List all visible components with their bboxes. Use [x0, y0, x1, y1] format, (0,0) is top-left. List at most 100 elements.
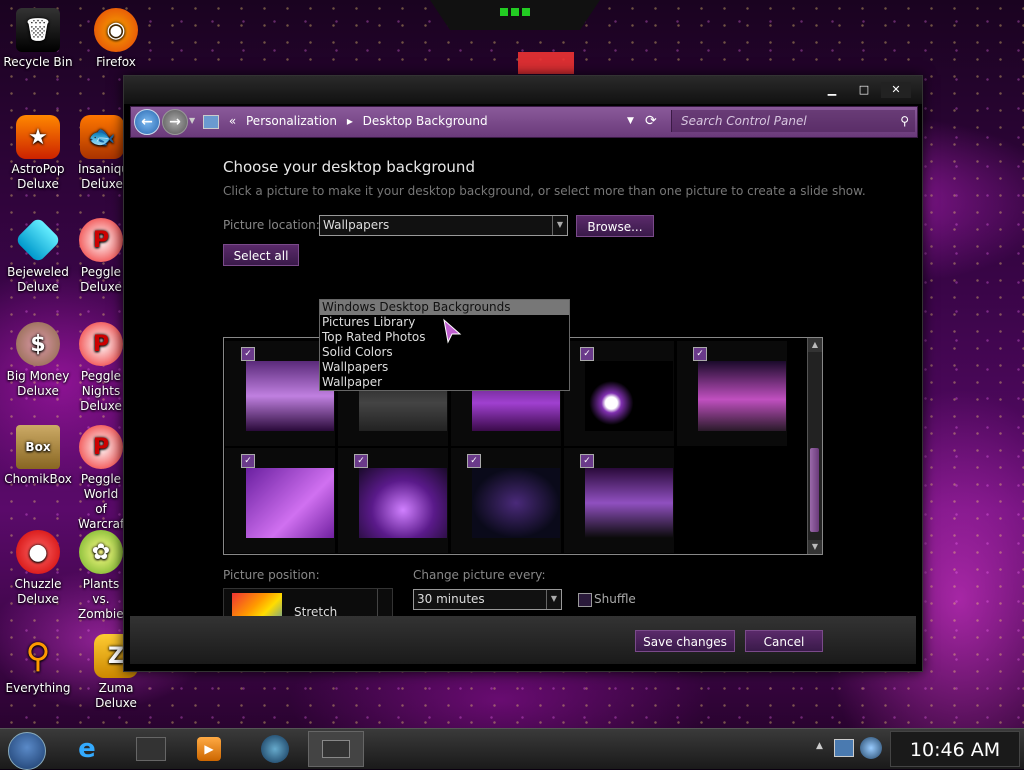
thumbnail-checkbox[interactable]: ✓: [580, 454, 594, 468]
wallpaper-thumbnail[interactable]: ✓: [338, 448, 448, 553]
dropdown-option[interactable]: Wallpapers: [320, 360, 569, 375]
desktop-icon-peggle-nights[interactable]: P Peggle Nights Deluxe: [78, 322, 124, 414]
browse-button[interactable]: Browse...: [576, 215, 654, 237]
thumbnail-checkbox[interactable]: ✓: [580, 347, 594, 361]
desktop-background-window: ▁ □ ✕ ← → ▼ « Personalization ▸ Desktop …: [123, 75, 923, 672]
internet-explorer-icon[interactable]: e: [62, 731, 112, 767]
printer-icon[interactable]: [126, 731, 176, 767]
page-title: Choose your desktop background: [223, 158, 475, 176]
dropdown-option[interactable]: Windows Desktop Backgrounds: [320, 300, 569, 315]
firefox-icon: ◉: [94, 8, 138, 52]
breadcrumb-desktop-background[interactable]: Desktop Background: [363, 114, 488, 128]
change-picture-interval-select[interactable]: 30 minutes ▼: [413, 589, 562, 610]
minimize-button[interactable]: ▁: [817, 82, 847, 98]
breadcrumb-separator-icon: ▸: [346, 114, 353, 128]
window-thumbnail-icon[interactable]: [308, 731, 364, 767]
taskbar-clock[interactable]: 10:46 AM: [890, 731, 1020, 767]
wallpaper-thumbnail[interactable]: ✓: [451, 448, 561, 553]
chevron-down-icon: ▼: [546, 590, 561, 609]
desktop-icon-chuzzle[interactable]: ● Chuzzle Deluxe: [0, 530, 76, 607]
refresh-icon[interactable]: ⟳: [645, 110, 657, 132]
tray-expand-icon[interactable]: ▲: [816, 741, 823, 751]
desktop-icon-everything[interactable]: ⚲ Everything: [0, 634, 76, 696]
wallpaper-thumbnail[interactable]: ✓: [677, 341, 787, 446]
page-subtitle: Click a picture to make it your desktop …: [223, 184, 866, 198]
forward-button[interactable]: →: [162, 109, 188, 135]
astropop-icon: ★: [16, 115, 60, 159]
mouse-cursor-icon: [443, 318, 462, 344]
dropdown-option[interactable]: Wallpaper: [320, 375, 569, 390]
navigation-bar: ← → ▼ « Personalization ▸ Desktop Backgr…: [130, 106, 918, 138]
gallery-scrollbar[interactable]: ▲ ▼: [807, 338, 822, 554]
desktop-icon-firefox[interactable]: ◉ Firefox: [78, 8, 154, 70]
wallpaper-thumbnail[interactable]: ✓: [564, 341, 674, 446]
window-titlebar[interactable]: ▁ □ ✕: [124, 76, 922, 104]
recent-pages-chevron-icon[interactable]: ▼: [189, 116, 195, 125]
desktop-icon-big-money[interactable]: $ Big Money Deluxe: [0, 322, 76, 399]
bejeweled-icon: [14, 216, 62, 264]
picture-location-label: Picture location:: [223, 218, 320, 232]
thumbnail-checkbox[interactable]: ✓: [467, 454, 481, 468]
shuffle-checkbox[interactable]: [578, 593, 592, 607]
scroll-thumb[interactable]: [810, 448, 819, 532]
desktop-icon-recycle-bin[interactable]: 🗑 Recycle Bin: [0, 8, 76, 70]
wallpaper-image: [472, 468, 560, 538]
scroll-up-icon[interactable]: ▲: [808, 338, 822, 352]
content-area: Choose your desktop background Click a p…: [124, 138, 922, 638]
search-icon[interactable]: ⚲: [900, 110, 909, 132]
window-footer: Save changes Cancel: [130, 616, 916, 664]
back-button[interactable]: ←: [134, 109, 160, 135]
desktop-icon-bejeweled[interactable]: Bejeweled Deluxe: [0, 216, 76, 295]
dropdown-option[interactable]: Solid Colors: [320, 345, 569, 360]
address-dropdown-icon[interactable]: ▼: [627, 110, 634, 132]
taskbar: e ▶ ▲ 10:46 AM: [0, 728, 1024, 770]
peggle-icon: P: [79, 218, 123, 262]
desktop-icon-peggle[interactable]: P Peggle Deluxe: [78, 218, 124, 295]
wallpaper-thumbnail[interactable]: ✓: [564, 448, 674, 553]
address-bar[interactable]: « Personalization ▸ Desktop Background ▼…: [203, 110, 668, 132]
chuzzle-icon: ●: [16, 530, 60, 574]
picture-location-select[interactable]: Wallpapers ▼: [319, 215, 568, 236]
desktop-icon-plants-zombies[interactable]: ✿ Plants vs. Zombies: [78, 530, 124, 622]
control-panel-icon: [203, 114, 219, 129]
steam-icon[interactable]: [860, 737, 882, 759]
wallpaper-image: [585, 468, 673, 538]
globe-icon[interactable]: [250, 731, 300, 767]
scroll-down-icon[interactable]: ▼: [808, 540, 822, 554]
start-orb-icon[interactable]: [8, 732, 46, 770]
desktop-icon-astropop[interactable]: ★ AstroPop Deluxe: [0, 115, 76, 192]
cancel-button[interactable]: Cancel: [745, 630, 823, 652]
wallpaper-top-ornament: [430, 0, 600, 74]
desktop-icon-chomikbox[interactable]: Box ChomikBox: [0, 425, 76, 487]
media-player-icon[interactable]: ▶: [184, 731, 234, 767]
breadcrumb-personalization[interactable]: Personalization: [246, 114, 337, 128]
chomikbox-icon: Box: [16, 425, 60, 469]
thumbnail-checkbox[interactable]: ✓: [241, 454, 255, 468]
plants-zombies-icon: ✿: [79, 530, 123, 574]
desktop-icon-peggle-wow[interactable]: P Peggle World of Warcraft: [78, 425, 124, 532]
everything-search-icon: ⚲: [25, 635, 51, 676]
breadcrumb-overflow-icon: «: [228, 114, 237, 128]
wallpaper-image: [698, 361, 786, 431]
recycle-bin-icon: 🗑: [16, 8, 60, 52]
thumbnail-checkbox[interactable]: ✓: [241, 347, 255, 361]
insaniquarium-icon: 🐟: [80, 115, 124, 159]
picture-position-label: Picture position:: [223, 568, 320, 582]
desktop-icon-insaniquarium[interactable]: 🐟 Insaniquarium Deluxe: [78, 115, 126, 192]
big-money-icon: $: [16, 322, 60, 366]
wallpaper-image: [246, 468, 334, 538]
maximize-button[interactable]: □: [849, 82, 879, 98]
thumbnail-checkbox[interactable]: ✓: [693, 347, 707, 361]
picture-location-dropdown: Windows Desktop Backgrounds Pictures Lib…: [319, 299, 570, 391]
close-button[interactable]: ✕: [881, 82, 911, 98]
save-changes-button[interactable]: Save changes: [635, 630, 735, 652]
chevron-down-icon: ▼: [552, 216, 567, 235]
select-all-button[interactable]: Select all: [223, 244, 299, 266]
wallpaper-image: [359, 468, 447, 538]
network-icon[interactable]: [834, 739, 854, 757]
change-picture-label: Change picture every:: [413, 568, 546, 582]
search-input[interactable]: Search Control Panel ⚲: [671, 110, 915, 132]
thumbnail-checkbox[interactable]: ✓: [354, 454, 368, 468]
wallpaper-thumbnail[interactable]: ✓: [225, 448, 335, 553]
peggle-nights-icon: P: [79, 322, 123, 366]
